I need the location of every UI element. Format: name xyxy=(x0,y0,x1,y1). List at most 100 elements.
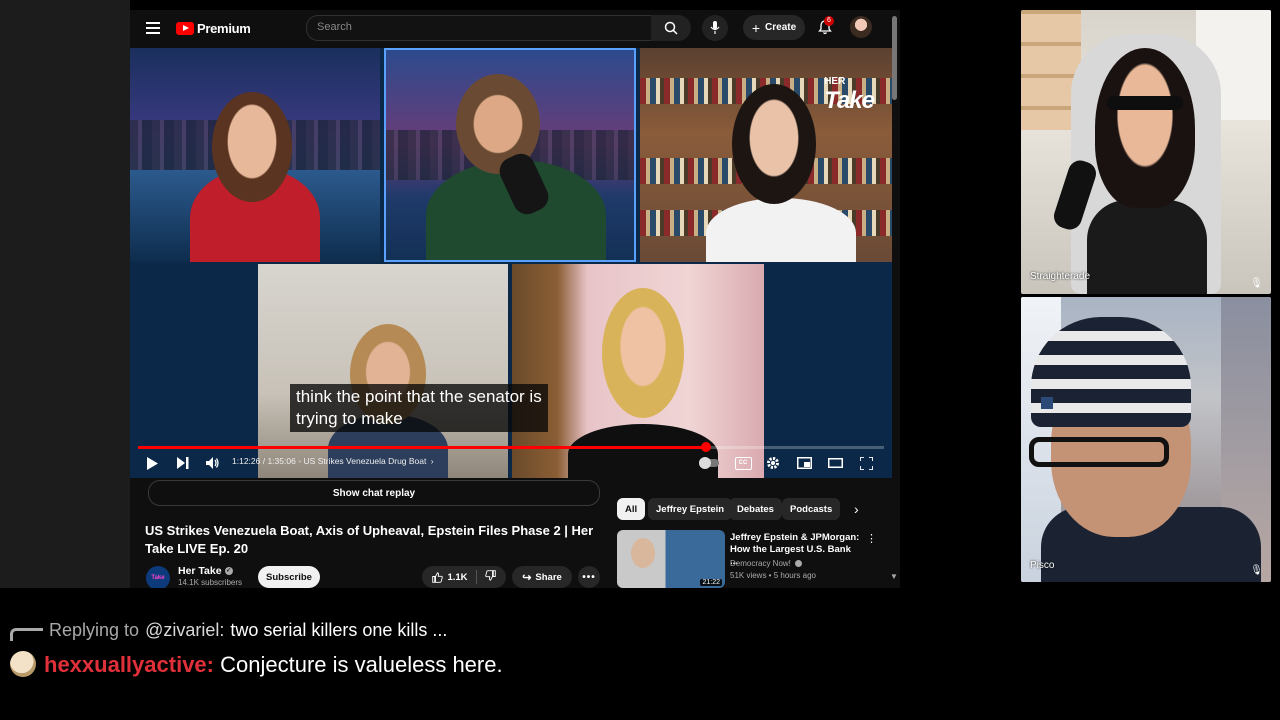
reply-text: two serial killers one kills ... xyxy=(230,620,448,640)
chat-reply-context: Replying to @zivariel: two serial killer… xyxy=(10,620,447,641)
verified-icon xyxy=(795,560,803,568)
microphone-muted-icon: 🎙 xyxy=(1250,278,1263,289)
theater-mode-button[interactable] xyxy=(826,454,844,472)
subtitles-button[interactable]: CC xyxy=(734,454,752,472)
search-button[interactable] xyxy=(651,15,691,41)
more-horizontal-icon: ••• xyxy=(582,571,596,583)
menu-icon[interactable] xyxy=(146,22,160,34)
video-title: US Strikes Venezuela Boat, Axis of Uphea… xyxy=(145,523,594,556)
overlay-logo-small: HER xyxy=(824,76,846,87)
chip-all[interactable]: All xyxy=(617,498,646,520)
thumbs-down-icon xyxy=(484,570,496,581)
verified-icon: ✓ xyxy=(224,567,233,575)
scroll-down-arrow-icon[interactable]: ▼ xyxy=(890,572,898,581)
plus-icon: + xyxy=(751,19,761,36)
recommendation-more-icon[interactable]: ⋮ xyxy=(866,532,877,545)
webcam-streamer-2: Pisco 🎙 xyxy=(1021,297,1271,582)
webcam-streamer-1: Straighterade 🎙 xyxy=(1021,10,1271,294)
chip-jeffrey-epstein[interactable]: Jeffrey Epstein xyxy=(648,498,733,520)
reply-prefix: Replying to xyxy=(49,620,140,640)
chapter-title[interactable]: US Strikes Venezuela Drug Boat xyxy=(304,456,427,466)
panelist-tile-2 xyxy=(384,48,636,262)
chevron-right-icon: › xyxy=(430,456,434,466)
miniplayer-icon xyxy=(796,457,812,469)
voice-search-button[interactable] xyxy=(702,15,728,41)
webcam-1-name: Straighterade xyxy=(1030,271,1091,282)
create-label: Create xyxy=(765,22,797,33)
youtube-logo[interactable]: Premium xyxy=(176,20,251,36)
autoplay-toggle[interactable] xyxy=(698,454,720,472)
overlay-logo-big: Take xyxy=(824,87,875,114)
user-badge-emote-icon xyxy=(10,651,36,677)
youtube-window: Premium + Create 6 xyxy=(130,10,900,588)
microphone-muted-icon: 🎙 xyxy=(1250,565,1263,576)
like-dislike-group: 1.1K xyxy=(422,566,506,588)
theater-icon xyxy=(827,458,843,468)
chip-debates[interactable]: Debates xyxy=(729,498,782,520)
more-actions-button[interactable]: ••• xyxy=(578,566,600,588)
autoplay-icon xyxy=(699,457,719,469)
share-label: Share xyxy=(535,571,562,583)
chat-message-text: Conjecture is valueless here. xyxy=(220,652,503,677)
dislike-button[interactable] xyxy=(484,570,496,584)
youtube-topbar: Premium + Create 6 xyxy=(130,10,900,46)
subscriber-count: 14.1K subscribers xyxy=(178,578,243,587)
thumbs-up-icon xyxy=(432,571,444,583)
subscribe-button[interactable]: Subscribe xyxy=(258,566,320,588)
left-gutter xyxy=(0,0,130,588)
chat-username: hexxuallyactive: xyxy=(44,652,214,677)
share-button[interactable]: ↪ Share xyxy=(512,566,572,588)
progress-bar-played xyxy=(138,446,706,449)
closed-captions-icon: CC xyxy=(734,456,752,470)
brand-label: Premium xyxy=(197,20,251,36)
recommendation-thumbnail[interactable]: 21:22 xyxy=(617,530,725,588)
channel-name-row[interactable]: Her Take ✓ xyxy=(178,565,233,577)
recommendation-channel-row[interactable]: Democracy Now! xyxy=(730,559,803,568)
chips-next-chevron-icon[interactable]: › xyxy=(854,501,859,517)
gear-icon xyxy=(767,457,779,469)
microphone-icon xyxy=(710,21,720,34)
fullscreen-icon xyxy=(859,456,873,470)
chat-message: hexxuallyactive: Conjecture is valueless… xyxy=(10,648,530,681)
like-button[interactable]: 1.1K xyxy=(432,571,468,583)
notification-badge: 6 xyxy=(824,16,834,26)
recommendation-duration: 21:22 xyxy=(700,579,722,586)
volume-button[interactable] xyxy=(205,454,221,472)
show-chat-replay-button[interactable]: Show chat replay xyxy=(148,480,600,506)
panelist-tile-1 xyxy=(130,48,380,262)
play-icon xyxy=(147,456,158,470)
youtube-play-icon xyxy=(176,21,194,35)
search-input[interactable] xyxy=(307,16,647,38)
time-display: 1:12:26 / 1:35:06 • US Strikes Venezuela… xyxy=(232,456,434,466)
channel-name[interactable]: Her Take xyxy=(178,565,222,577)
skip-next-icon xyxy=(177,457,189,469)
fullscreen-button[interactable] xyxy=(857,454,875,472)
recommendation-channel[interactable]: Democracy Now! xyxy=(730,559,791,568)
video-player[interactable]: HER Take think the point that the senato… xyxy=(130,48,892,478)
webcam-2-name: Pisco xyxy=(1030,560,1055,571)
reply-arrow-icon xyxy=(10,628,43,641)
caption-line-1: think the point that the senator is xyxy=(296,387,542,406)
time-elapsed-total: 1:12:26 / 1:35:06 xyxy=(232,456,296,466)
chip-podcasts[interactable]: Podcasts xyxy=(782,498,841,520)
miniplayer-button[interactable] xyxy=(795,454,813,472)
settings-button[interactable] xyxy=(764,454,782,472)
recommendation-meta: 51K views • 5 hours ago xyxy=(730,571,816,580)
caption-line-2: trying to make xyxy=(296,409,403,428)
account-avatar[interactable] xyxy=(850,16,872,38)
page-scrollbar[interactable] xyxy=(892,16,897,100)
next-button[interactable] xyxy=(175,454,191,472)
panelist-tile-3: HER Take xyxy=(640,48,892,262)
play-button[interactable] xyxy=(144,454,160,472)
like-count: 1.1K xyxy=(447,571,468,583)
her-take-overlay-logo: HER Take xyxy=(824,76,875,115)
share-icon: ↪ xyxy=(522,571,532,584)
reply-mention: @zivariel: xyxy=(145,620,225,640)
progress-scrubber[interactable] xyxy=(701,442,711,452)
volume-icon xyxy=(206,457,219,469)
channel-avatar[interactable]: Take xyxy=(146,566,170,588)
create-button[interactable]: + Create xyxy=(743,15,805,40)
search-box[interactable] xyxy=(306,15,652,41)
video-caption: think the point that the senator is tryi… xyxy=(290,384,548,432)
search-icon xyxy=(664,21,678,35)
